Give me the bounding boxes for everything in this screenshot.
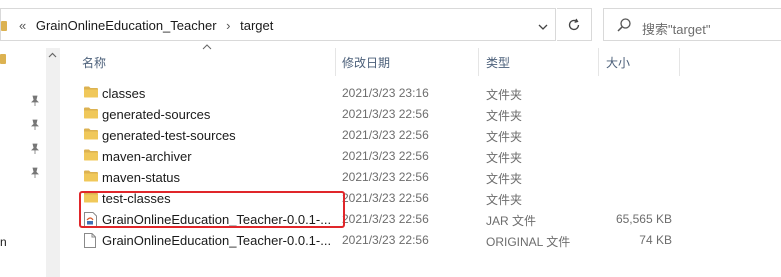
search-icon bbox=[616, 17, 632, 36]
file-name: GrainOnlineEducation_Teacher-0.0.1-... bbox=[102, 233, 332, 248]
file-name: generated-sources bbox=[102, 107, 211, 122]
file-row[interactable]: generated-test-sources 2021/3/23 22:56 文件夹 bbox=[78, 125, 678, 146]
folder-icon bbox=[84, 149, 98, 164]
folder-icon bbox=[84, 107, 98, 122]
sort-ascending-icon bbox=[202, 44, 212, 50]
file-date: 2021/3/23 22:56 bbox=[342, 212, 429, 226]
pin-icon[interactable] bbox=[30, 167, 40, 179]
file-date: 2021/3/23 22:56 bbox=[342, 233, 429, 247]
pin-icon[interactable] bbox=[30, 119, 40, 131]
file-row[interactable]: maven-archiver 2021/3/23 22:56 文件夹 bbox=[78, 146, 678, 167]
search-box[interactable]: 搜索"target" bbox=[603, 8, 781, 41]
column-divider[interactable] bbox=[335, 48, 336, 76]
column-header-type[interactable]: 类型 bbox=[486, 54, 510, 71]
search-placeholder: 搜索"target" bbox=[642, 22, 711, 37]
file-type: 文件夹 bbox=[486, 130, 523, 144]
file-row[interactable]: classes 2021/3/23 23:16 文件夹 bbox=[78, 83, 678, 104]
breadcrumb-separator: › bbox=[226, 18, 231, 33]
breadcrumb-item-target[interactable]: target bbox=[240, 18, 273, 33]
file-row[interactable]: GrainOnlineEducation_Teacher-0.0.1-... 20… bbox=[78, 230, 678, 251]
file-type: JAR 文件 bbox=[486, 214, 537, 228]
folder-icon bbox=[84, 170, 98, 185]
column-header-name[interactable]: 名称 bbox=[82, 54, 106, 71]
refresh-button[interactable] bbox=[557, 8, 592, 41]
file-size: 74 KB bbox=[639, 233, 672, 247]
folder-icon bbox=[84, 86, 98, 101]
column-divider[interactable] bbox=[679, 48, 680, 76]
file-type: ORIGINAL 文件 bbox=[486, 235, 571, 249]
folder-icon bbox=[1, 21, 7, 31]
navigation-pane: n bbox=[0, 46, 46, 277]
file-date: 2021/3/23 22:56 bbox=[342, 170, 429, 184]
file-date: 2021/3/23 22:56 bbox=[342, 191, 429, 205]
breadcrumb: « GrainOnlineEducation_Teacher › target bbox=[19, 18, 279, 33]
file-row[interactable]: generated-sources 2021/3/23 22:56 文件夹 bbox=[78, 104, 678, 125]
file-type: 文件夹 bbox=[486, 151, 523, 165]
file-date: 2021/3/23 22:56 bbox=[342, 107, 429, 121]
file-type: 文件夹 bbox=[486, 172, 523, 186]
chevron-up-icon[interactable] bbox=[48, 52, 57, 58]
nav-item-label[interactable]: n bbox=[0, 235, 7, 249]
pin-icon[interactable] bbox=[30, 95, 40, 107]
file-size: 65,565 KB bbox=[615, 212, 672, 226]
file-date: 2021/3/23 22:56 bbox=[342, 149, 429, 163]
file-name: maven-archiver bbox=[102, 149, 192, 164]
folder-icon bbox=[0, 54, 6, 64]
file-date: 2021/3/23 22:56 bbox=[342, 128, 429, 142]
highlight-annotation bbox=[79, 191, 345, 228]
file-name: maven-status bbox=[102, 170, 181, 185]
file-row[interactable]: maven-status 2021/3/23 22:56 文件夹 bbox=[78, 167, 678, 188]
file-icon bbox=[84, 233, 96, 251]
refresh-icon bbox=[568, 18, 580, 31]
overflow-marker[interactable]: « bbox=[19, 18, 26, 33]
column-header-size[interactable]: 大小 bbox=[606, 54, 630, 71]
column-header-date[interactable]: 修改日期 bbox=[342, 54, 390, 71]
file-date: 2021/3/23 23:16 bbox=[342, 86, 429, 100]
folder-icon bbox=[84, 128, 98, 143]
file-type: 文件夹 bbox=[486, 88, 523, 102]
breadcrumb-item-project[interactable]: GrainOnlineEducation_Teacher bbox=[36, 18, 217, 33]
scrollbar[interactable] bbox=[46, 48, 60, 277]
pin-icon[interactable] bbox=[30, 143, 40, 155]
file-type: 文件夹 bbox=[486, 193, 523, 207]
column-divider[interactable] bbox=[478, 48, 479, 76]
file-name: generated-test-sources bbox=[102, 128, 236, 143]
column-divider[interactable] bbox=[598, 48, 599, 76]
file-name: classes bbox=[102, 86, 146, 101]
file-type: 文件夹 bbox=[486, 109, 523, 123]
address-bar[interactable]: « GrainOnlineEducation_Teacher › target bbox=[0, 8, 556, 41]
chevron-down-icon[interactable] bbox=[538, 20, 548, 34]
